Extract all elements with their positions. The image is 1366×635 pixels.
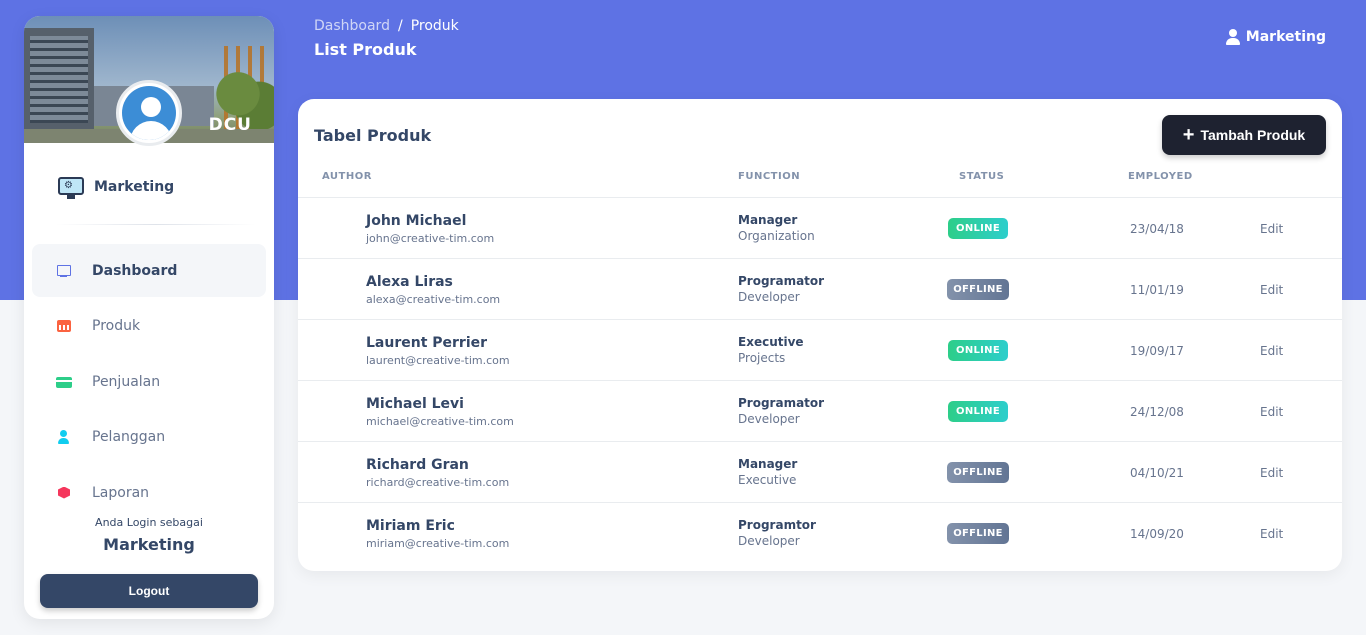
author-name: Richard Gran	[366, 457, 469, 473]
function-role: Manager	[738, 213, 798, 227]
card-title: Tabel Produk	[314, 126, 432, 145]
computer-settings-icon: ⚙	[56, 172, 86, 202]
function-dept: Projects	[738, 351, 786, 365]
edit-link[interactable]: Edit	[1260, 527, 1283, 541]
status-badge: OFFLINE	[947, 279, 1009, 300]
breadcrumb: Dashboard / Produk	[314, 18, 459, 34]
author-email: michael@creative-tim.com	[366, 415, 514, 428]
cover-logo-text: DCU	[208, 115, 252, 135]
sidebar-item-label: Laporan	[92, 484, 150, 501]
sidebar-item-label: Pelanggan	[92, 429, 166, 445]
table-body: John Michael john@creative-tim.com Manag…	[298, 197, 1342, 563]
add-product-label: Tambah Produk	[1200, 127, 1306, 143]
employed-date: 24/12/08	[1130, 405, 1184, 419]
table-row: Alexa Liras alexa@creative-tim.com Progr…	[298, 258, 1342, 319]
calendar-icon	[56, 318, 72, 334]
employed-date: 19/09/17	[1130, 344, 1184, 358]
edit-link[interactable]: Edit	[1260, 283, 1283, 297]
function-dept: Developer	[738, 412, 800, 426]
author-name: Miriam Eric	[366, 518, 455, 534]
user-icon	[1225, 29, 1240, 45]
sidebar-item-pelanggan[interactable]: Pelanggan	[32, 411, 266, 464]
avatar[interactable]	[116, 80, 182, 146]
employed-date: 04/10/21	[1130, 466, 1184, 480]
edit-link[interactable]: Edit	[1260, 405, 1283, 419]
edit-link[interactable]: Edit	[1260, 222, 1283, 236]
status-badge: OFFLINE	[947, 523, 1009, 544]
sidebar: DCU ⚙ Marketing Dashboard Produk Penjual…	[24, 16, 274, 619]
sidebar-item-produk[interactable]: Produk	[32, 300, 266, 353]
employed-date: 23/04/18	[1130, 222, 1184, 236]
author-name: Alexa Liras	[366, 274, 453, 290]
login-note: Anda Login sebagai	[95, 516, 203, 529]
sidebar-brand[interactable]: ⚙ Marketing	[56, 172, 174, 202]
edit-link[interactable]: Edit	[1260, 466, 1283, 480]
column-header-status: STATUS	[959, 171, 1005, 182]
author-email: laurent@creative-tim.com	[366, 354, 510, 367]
author-email: miriam@creative-tim.com	[366, 537, 510, 550]
function-dept: Developer	[738, 534, 800, 548]
plus-icon: +	[1182, 124, 1195, 146]
table-row: Richard Gran richard@creative-tim.com Ma…	[298, 441, 1342, 502]
status-badge: ONLINE	[948, 401, 1008, 422]
sidebar-item-label: Penjualan	[92, 373, 161, 390]
status-badge: ONLINE	[948, 218, 1008, 239]
column-header-author: AUTHOR	[322, 171, 372, 182]
sidebar-nav: Dashboard Produk Penjualan Pelanggan Lap…	[32, 244, 266, 522]
user-menu[interactable]: Marketing	[1225, 29, 1326, 45]
sidebar-divider	[56, 224, 256, 225]
monitor-icon	[56, 263, 72, 279]
column-header-employed: EMPLOYED	[1128, 171, 1193, 182]
author-name: John Michael	[366, 213, 467, 229]
sidebar-item-dashboard[interactable]: Dashboard	[32, 244, 266, 297]
brand-label: Marketing	[94, 179, 175, 195]
author-name: Laurent Perrier	[366, 335, 488, 351]
table-row: John Michael john@creative-tim.com Manag…	[298, 197, 1342, 258]
add-product-button[interactable]: + Tambah Produk	[1162, 115, 1326, 155]
author-email: john@creative-tim.com	[366, 232, 495, 245]
author-email: richard@creative-tim.com	[366, 476, 510, 489]
function-dept: Organization	[738, 229, 815, 243]
author-email: alexa@creative-tim.com	[366, 293, 501, 306]
edit-link[interactable]: Edit	[1260, 344, 1283, 358]
status-badge: OFFLINE	[947, 462, 1009, 483]
table-row: Laurent Perrier laurent@creative-tim.com…	[298, 319, 1342, 380]
function-role: Manager	[738, 457, 798, 471]
credit-card-icon	[56, 374, 72, 390]
user-icon	[56, 429, 72, 445]
sidebar-item-label: Dashboard	[92, 262, 178, 279]
table-row: Michael Levi michael@creative-tim.com Pr…	[298, 380, 1342, 441]
login-role: Marketing	[103, 535, 195, 554]
function-role: Executive	[738, 335, 804, 349]
logout-button[interactable]: Logout	[40, 574, 258, 608]
column-header-function: FUNCTION	[738, 171, 801, 182]
function-dept: Executive	[738, 473, 797, 487]
sidebar-item-penjualan[interactable]: Penjualan	[32, 355, 266, 408]
function-role: Programtor	[738, 518, 816, 532]
author-name: Michael Levi	[366, 396, 464, 412]
breadcrumb-current: Produk	[410, 18, 459, 34]
breadcrumb-root-link[interactable]: Dashboard	[314, 18, 390, 34]
employed-date: 14/09/20	[1130, 527, 1184, 541]
box-icon	[56, 485, 72, 501]
status-badge: ONLINE	[948, 340, 1008, 361]
breadcrumb-separator: /	[397, 18, 403, 34]
user-label: Marketing	[1245, 29, 1326, 45]
function-role: Programator	[738, 274, 825, 288]
function-dept: Developer	[738, 290, 800, 304]
sidebar-item-laporan[interactable]: Laporan	[32, 466, 266, 519]
product-table-card: Tabel Produk + Tambah Produk AUTHOR FUNC…	[298, 99, 1342, 571]
function-role: Programator	[738, 396, 825, 410]
table-row: Miriam Eric miriam@creative-tim.com Prog…	[298, 502, 1342, 563]
sidebar-item-label: Produk	[92, 318, 141, 334]
page-title: List Produk	[314, 40, 417, 59]
employed-date: 11/01/19	[1130, 283, 1184, 297]
